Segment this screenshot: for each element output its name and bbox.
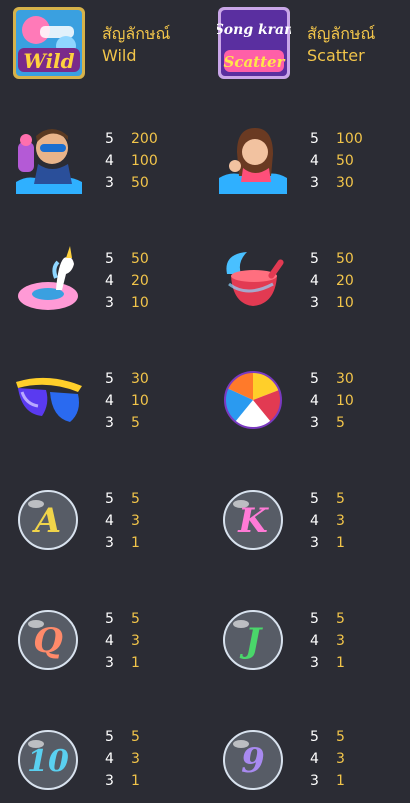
scatter-label-name: Scatter (307, 46, 365, 65)
paytable-cell-unicorn: 5 50 4 20 3 10 (0, 242, 205, 322)
letter-k-text: K (237, 501, 269, 541)
paytable-cell-k: K 55 43 31 (205, 482, 410, 562)
paytable-cell-10: 10 55 43 31 (0, 722, 205, 802)
pay-row-4: 43 (310, 633, 345, 649)
pay-row-3: 31 (310, 773, 345, 789)
pay-row-3: 35 (310, 415, 345, 431)
wild-symbol-cell: Wild สัญลักษณ์ Wild (0, 0, 205, 100)
water-bowl-icon (217, 244, 289, 316)
paytable-values: 5 50 4 20 3 10 (105, 248, 149, 314)
paytable-cell-ball: 5 30 4 10 35 (205, 362, 410, 442)
pay-row-3: 35 (105, 415, 140, 431)
pay-row-5: 5 30 (310, 371, 354, 387)
pay-row-5: 55 (105, 729, 140, 745)
man-with-water-gun-icon (12, 122, 84, 194)
pay-row-3: 31 (310, 655, 345, 671)
pay-row-4: 4 20 (105, 273, 149, 289)
pay-row-3: 31 (105, 655, 140, 671)
scatter-logo-icon: Song kran Scatter (217, 6, 291, 80)
pay-row-3: 3 10 (105, 295, 149, 311)
wild-logo-icon: Wild (12, 6, 86, 80)
number-10-bubble-icon: 10 (12, 724, 84, 796)
wild-label-thai: สัญลักษณ์ (102, 24, 171, 43)
paytable-values: 55 43 31 (105, 608, 140, 674)
pay-row-5: 5 30 (105, 371, 149, 387)
wild-logo-text: Wild (23, 49, 74, 73)
paytable-cell-woman: 5 100 4 50 3 30 (205, 120, 410, 200)
pay-row-3: 31 (105, 773, 140, 789)
pay-row-5: 5 200 (105, 131, 158, 147)
pay-row-5: 5 100 (310, 131, 363, 147)
letter-a-bubble-icon: A (12, 484, 84, 556)
paytable-values: 55 43 31 (105, 488, 140, 554)
pay-row-5: 55 (310, 729, 345, 745)
pay-row-5: 55 (310, 611, 345, 627)
wild-label-name: Wild (102, 46, 137, 65)
pay-row-4: 43 (105, 513, 140, 529)
pay-row-3: 3 10 (310, 295, 354, 311)
paytable-cell-sunglasses: 5 30 4 10 35 (0, 362, 205, 442)
paytable-values: 55 43 31 (105, 726, 140, 792)
sunglasses-icon (12, 364, 84, 436)
letter-a-text: A (32, 501, 61, 541)
paytable-cell-9: 9 55 43 31 (205, 722, 410, 802)
pay-row-5: 5 50 (310, 251, 354, 267)
pay-row-4: 4 20 (310, 273, 354, 289)
pay-row-4: 4 10 (105, 393, 149, 409)
paytable-cell-j: J 55 43 31 (205, 602, 410, 682)
paytable-values: 55 43 31 (310, 726, 345, 792)
scatter-logo-title: Song kran (217, 22, 291, 38)
pay-row-4: 4 50 (310, 153, 354, 169)
unicorn-float-icon (12, 244, 84, 316)
paytable-values: 5 50 4 20 3 10 (310, 248, 354, 314)
scatter-label-thai: สัญลักษณ์ (307, 24, 376, 43)
paytable-cell-a: A 55 43 31 (0, 482, 205, 562)
paytable-values: 55 43 31 (310, 488, 345, 554)
pay-row-3: 31 (310, 535, 345, 551)
scatter-logo-text: Scatter (224, 53, 286, 71)
pay-row-4: 43 (105, 633, 140, 649)
pay-row-4: 43 (310, 751, 345, 767)
pay-row-3: 3 30 (310, 175, 354, 191)
wild-label: สัญลักษณ์ Wild (102, 23, 170, 67)
woman-in-water-icon (217, 122, 289, 194)
paytable-cell-bowl: 5 50 4 20 3 10 (205, 242, 410, 322)
paytable-cell-q: Q 55 43 31 (0, 602, 205, 682)
pay-row-4: 43 (105, 751, 140, 767)
number-10-text: 10 (27, 744, 69, 779)
pay-row-5: 55 (105, 611, 140, 627)
pay-row-4: 4 10 (310, 393, 354, 409)
letter-k-bubble-icon: K (217, 484, 289, 556)
scatter-label: สัญลักษณ์ Scatter (307, 23, 375, 67)
pay-row-5: 55 (105, 491, 140, 507)
paytable-cell-man: 5 200 4 100 3 50 (0, 120, 205, 200)
number-9-bubble-icon: 9 (217, 724, 289, 796)
letter-q-text: Q (33, 621, 63, 661)
pay-row-5: 5 50 (105, 251, 149, 267)
paytable-values: 5 200 4 100 3 50 (105, 128, 158, 194)
pay-row-4: 4 100 (105, 153, 158, 169)
paytable-values: 5 30 4 10 35 (310, 368, 354, 434)
pay-row-5: 55 (310, 491, 345, 507)
number-9-text: 9 (241, 741, 265, 781)
letter-q-bubble-icon: Q (12, 604, 84, 676)
paytable-values: 5 30 4 10 35 (105, 368, 149, 434)
beach-ball-icon (217, 364, 289, 436)
paytable-values: 55 43 31 (310, 608, 345, 674)
scatter-symbol-cell: Song kran Scatter สัญลักษณ์ Scatter (205, 0, 410, 100)
letter-j-bubble-icon: J (217, 604, 289, 676)
pay-row-4: 43 (310, 513, 345, 529)
pay-row-3: 31 (105, 535, 140, 551)
paytable-values: 5 100 4 50 3 30 (310, 128, 363, 194)
pay-row-3: 3 50 (105, 175, 149, 191)
